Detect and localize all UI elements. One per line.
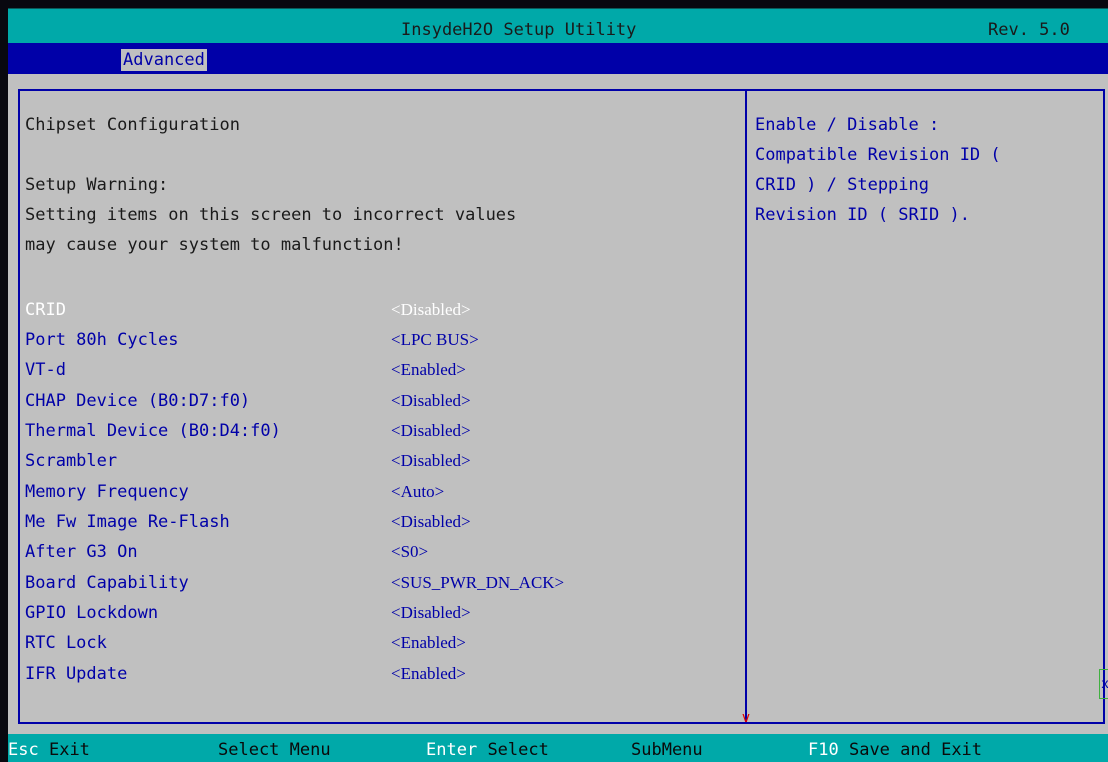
option-label: VT-d	[25, 360, 66, 380]
option-label: Scrambler	[25, 451, 118, 471]
edge-marker: x	[1099, 669, 1108, 699]
option-value[interactable]: <Enabled>	[391, 359, 466, 381]
footer-select-menu: Select Menu	[218, 739, 331, 761]
help-text-line-1: Enable / Disable :	[755, 115, 940, 135]
option-label: CHAP Device (B0:D7:f0)	[25, 391, 251, 411]
footer-enter: Enter Select	[426, 739, 549, 761]
select-menu-label: Select Menu	[218, 740, 331, 760]
enter-key: Enter	[426, 740, 478, 760]
option-label: Port 80h Cycles	[25, 330, 179, 350]
warning-text-line-2: may cause your system to malfunction!	[25, 235, 404, 255]
option-value[interactable]: <Auto>	[391, 481, 444, 503]
warning-title: Setup Warning:	[25, 175, 169, 195]
option-value[interactable]: <Disabled>	[391, 450, 471, 472]
f10-key: F10	[808, 740, 839, 760]
option-value[interactable]: <S0>	[391, 541, 428, 563]
footer-esc: Esc Exit	[8, 739, 90, 761]
option-value[interactable]: <LPC BUS>	[391, 329, 479, 351]
option-value[interactable]: <Disabled>	[391, 511, 471, 533]
revision-label: Rev. 5.0	[988, 20, 1070, 40]
help-text-line-3: CRID ) / Stepping	[755, 175, 929, 195]
option-label: GPIO Lockdown	[25, 603, 159, 623]
option-value[interactable]: <Disabled>	[391, 420, 471, 442]
option-label: Memory Frequency	[25, 482, 189, 502]
warning-text-line-1: Setting items on this screen to incorrec…	[25, 205, 517, 225]
option-label: RTC Lock	[25, 633, 107, 653]
option-label: Thermal Device (B0:D4:f0)	[25, 421, 281, 441]
option-label: CRID	[25, 300, 66, 320]
option-label: IFR Update	[25, 664, 128, 684]
option-value[interactable]: <Enabled>	[391, 632, 466, 654]
key-help-bar: Esc Exit Select Menu Enter Select SubMen…	[8, 734, 1108, 762]
option-value[interactable]: <SUS_PWR_DN_ACK>	[391, 572, 564, 594]
footer-f10: F10 Save and Exit	[808, 739, 982, 761]
f10-label: Save and Exit	[848, 740, 983, 760]
option-label: Me Fw Image Re-Flash	[25, 512, 230, 532]
enter-label: Select	[487, 740, 549, 760]
help-text-line-2: Compatible Revision ID (	[755, 145, 1001, 165]
footer-submenu: SubMenu	[631, 739, 703, 761]
help-text-line-4: Revision ID ( SRID ).	[755, 205, 970, 225]
option-label: Board Capability	[25, 573, 189, 593]
page-title: Chipset Configuration	[25, 115, 240, 135]
submenu-label: SubMenu	[631, 740, 703, 760]
app-title: InsydeH2O Setup Utility	[401, 20, 637, 40]
option-value[interactable]: <Disabled>	[391, 390, 471, 412]
esc-label: Exit	[48, 740, 90, 760]
option-value[interactable]: <Disabled>	[391, 299, 471, 321]
option-value[interactable]: <Enabled>	[391, 663, 466, 685]
title-bar: InsydeH2O Setup Utility Rev. 5.0	[8, 8, 1108, 44]
tab-advanced[interactable]: Advanced	[121, 49, 207, 71]
menu-bar: Advanced	[8, 43, 1108, 74]
settings-panel: Chipset Configuration Setup Warning: Set…	[8, 74, 1108, 734]
option-label: After G3 On	[25, 542, 138, 562]
option-value[interactable]: <Disabled>	[391, 602, 471, 624]
help-divider	[745, 89, 747, 724]
scroll-down-icon: v	[741, 710, 751, 726]
esc-key: Esc	[8, 740, 39, 760]
